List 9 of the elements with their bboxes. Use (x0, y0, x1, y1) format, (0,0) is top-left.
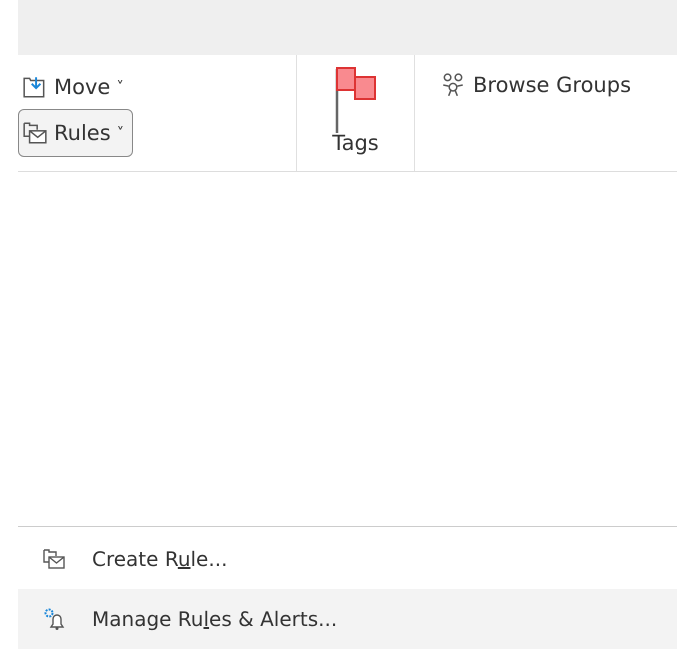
menu-item[interactable]: Manage Rules & Alerts... (18, 589, 677, 649)
tags-button[interactable]: Tags (297, 55, 414, 171)
folder-envelope-icon (42, 547, 66, 571)
menu-item[interactable]: Create Rule... (18, 529, 677, 589)
folder-envelope-icon (22, 120, 48, 146)
gear-bell-icon (42, 607, 66, 631)
rules-button[interactable]: Rules ˅ (18, 109, 134, 157)
move-button[interactable]: Move ˅ (18, 69, 133, 105)
browse-groups-button[interactable]: Browse Groups (435, 67, 640, 103)
